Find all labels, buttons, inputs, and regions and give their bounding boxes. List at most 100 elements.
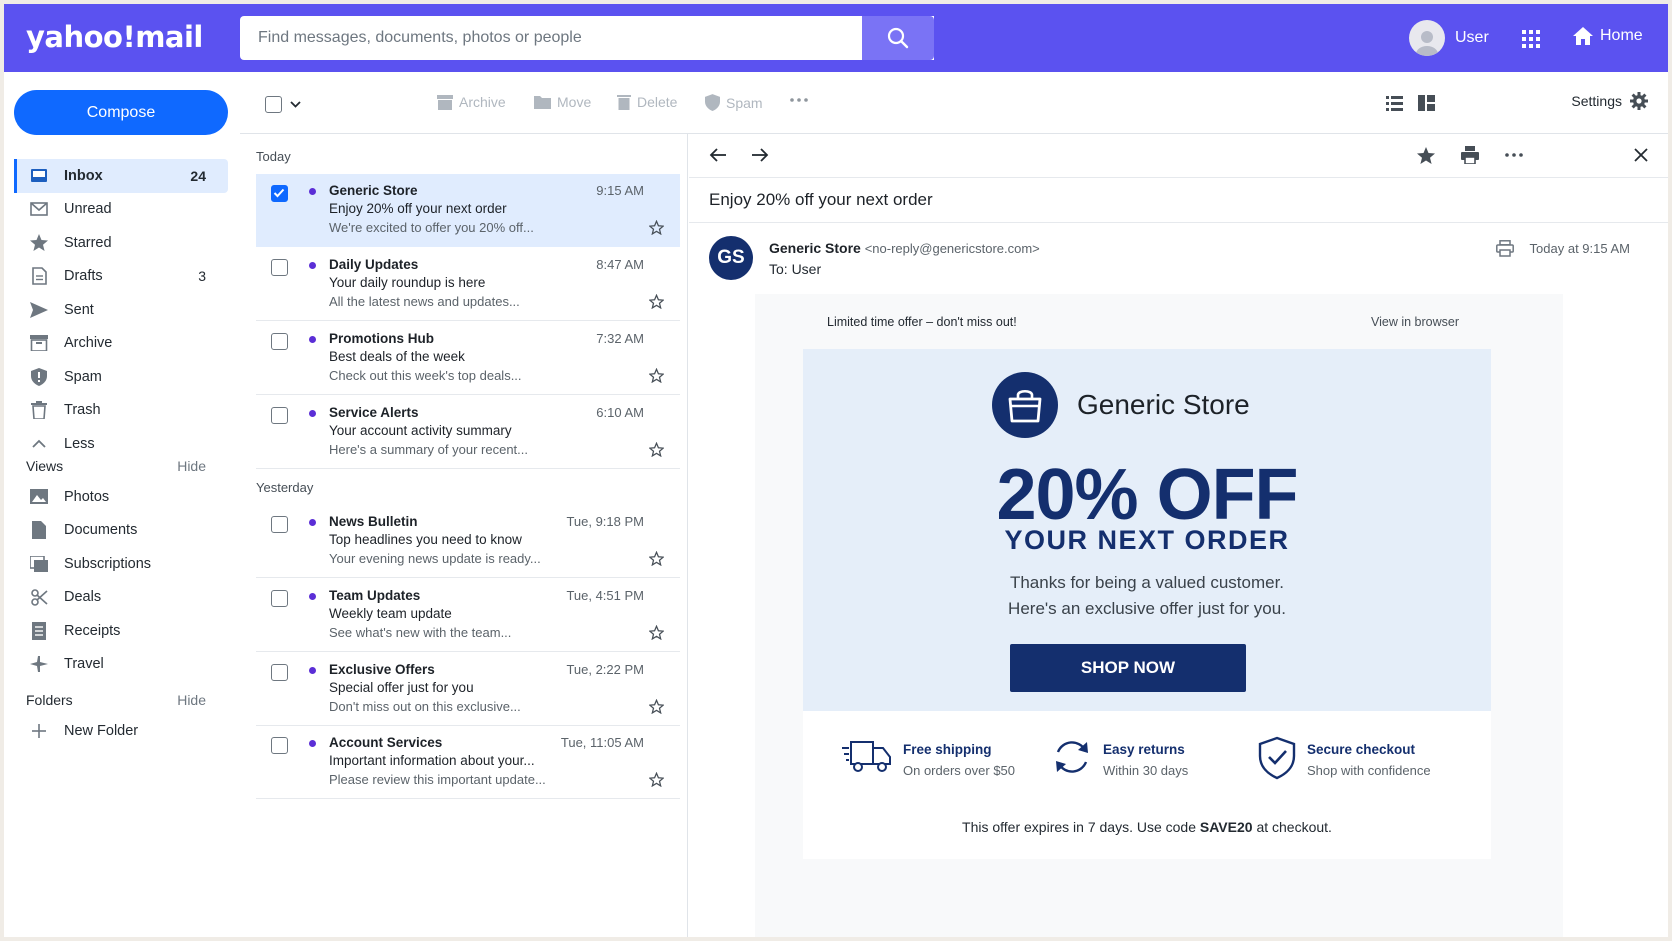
star-outline-icon[interactable] [649,772,664,787]
message-row[interactable]: Generic Store 9:15 AM Enjoy 20% off your… [256,174,680,247]
scissors-icon [28,588,50,606]
sidebar-item-unread[interactable]: Unread [14,193,228,227]
print-icon[interactable] [1495,240,1514,257]
star-outline-icon[interactable] [649,294,664,309]
close-icon[interactable] [1634,148,1648,162]
message-row[interactable]: Team Updates Tue, 4:51 PM Weekly team up… [256,579,680,652]
shop-now-button[interactable]: SHOP NOW [1010,644,1246,692]
star-outline-icon[interactable] [649,551,664,566]
new-folder-button[interactable]: New Folder [14,714,228,748]
folders-header: Folders Hide [26,692,206,708]
settings-button[interactable]: Settings [1571,92,1648,110]
more-horizontal-icon [790,98,808,102]
spam-button[interactable]: Spam [705,94,763,111]
sidebar-item-travel[interactable]: Travel [14,648,228,682]
message-snippet: See what's new with the team... [329,625,512,640]
folders-nav: New Folder [14,714,228,748]
message-checkbox[interactable] [271,664,288,681]
apps-grid-icon[interactable] [1522,30,1540,53]
sidebar-item-sent[interactable]: Sent [14,293,228,327]
folder-move-icon [534,96,551,109]
compose-button[interactable]: Compose [14,90,228,135]
search-button[interactable] [862,16,934,60]
message-row[interactable]: Account Services Tue, 11:05 AM Important… [256,726,680,799]
sidebar-item-label: Drafts [64,268,103,285]
sidebar-item-drafts[interactable]: Drafts 3 [14,260,228,294]
more-actions-button[interactable] [790,98,814,102]
star-outline-icon[interactable] [649,442,664,457]
message-row[interactable]: Promotions Hub 7:32 AM Best deals of the… [256,322,680,395]
sidebar-item-deals[interactable]: Deals [14,581,228,615]
sidebar-item-starred[interactable]: Starred [14,226,228,260]
message-snippet: Please review this important update... [329,772,546,787]
home-link[interactable]: Home [1572,26,1643,46]
star-outline-icon[interactable] [649,625,664,640]
message-checkbox[interactable] [271,333,288,350]
message-sender: Daily Updates [329,257,419,272]
feature-subtitle: Within 30 days [1103,763,1189,778]
arrow-left-icon[interactable] [709,148,727,162]
sidebar-item-label: Unread [64,201,112,218]
view-in-browser-link[interactable]: View in browser [1371,315,1459,329]
sidebar-item-spam[interactable]: Spam [14,360,228,394]
select-all[interactable] [265,96,301,113]
star-outline-icon[interactable] [649,699,664,714]
document-icon [28,521,50,540]
sidebar-item-documents[interactable]: Documents [14,514,228,548]
sender-avatar[interactable]: GS [709,236,753,280]
star-icon[interactable] [1417,147,1435,164]
newsletter-icon [28,555,50,572]
sidebar-item-subscriptions[interactable]: Subscriptions [14,547,228,581]
folders-hide-button[interactable]: Hide [177,692,206,708]
archive-button[interactable]: Archive [437,94,506,110]
sidebar-item-receipts[interactable]: Receipts [14,614,228,648]
home-icon [1573,27,1593,45]
sender-line[interactable]: Generic Store <no-reply@genericstore.com… [769,240,1040,256]
search-box[interactable] [240,16,934,60]
message-checkbox[interactable] [271,185,288,202]
list-view-icon[interactable] [1386,96,1403,116]
shield-check-icon [1258,736,1296,780]
move-button[interactable]: Move [534,94,591,110]
message-checkbox[interactable] [271,516,288,533]
message-checkbox[interactable] [271,259,288,276]
sidebar-item-trash[interactable]: Trash [14,394,228,428]
chevron-down-icon[interactable] [290,101,301,108]
sidebar-item-label: Deals [64,589,102,606]
sidebar-item-photos[interactable]: Photos [14,480,228,514]
select-all-checkbox[interactable] [265,96,282,113]
views-hide-button[interactable]: Hide [177,458,206,474]
message-checkbox[interactable] [271,737,288,754]
message-checkbox[interactable] [271,407,288,424]
star-outline-icon[interactable] [649,368,664,383]
message-row[interactable]: News Bulletin Tue, 9:18 PM Top headlines… [256,505,680,578]
delete-button[interactable]: Delete [617,94,677,110]
message-checkbox[interactable] [271,590,288,607]
message-sender: Service Alerts [329,405,419,420]
message-row[interactable]: Service Alerts 6:10 AM Your account acti… [256,396,680,469]
sidebar-item-less[interactable]: Less [14,427,228,461]
star-outline-icon[interactable] [649,220,664,235]
sender-address: <no-reply@genericstore.com> [864,241,1040,256]
sidebar-item-archive[interactable]: Archive [14,327,228,361]
print-icon[interactable] [1461,146,1479,164]
archive-icon [28,335,50,352]
arrow-right-icon[interactable] [751,148,769,162]
user-menu[interactable]: User [1409,20,1489,56]
send-icon [28,301,50,318]
folder-nav: Inbox 24 Unread Starred Drafts 3 Sent Ar… [14,159,228,461]
message-row[interactable]: Exclusive Offers Tue, 2:22 PM Special of… [256,653,680,726]
views-title: Views [26,458,64,474]
yahoo-mail-logo[interactable]: yahoo!mail [26,20,203,54]
user-name: User [1455,29,1489,46]
more-horizontal-icon[interactable] [1505,153,1523,157]
split-view-icon[interactable] [1418,95,1435,116]
sidebar-item-label: Archive [64,335,113,352]
search-input[interactable] [240,16,934,60]
draft-count: 3 [198,268,206,285]
sidebar-item-inbox[interactable]: Inbox 24 [14,159,228,193]
shopping-bag-icon [992,372,1058,438]
sidebar-item-label: Documents [64,522,138,539]
message-subject: Important information about your... [329,753,535,768]
message-row[interactable]: Daily Updates 8:47 AM Your daily roundup… [256,248,680,321]
